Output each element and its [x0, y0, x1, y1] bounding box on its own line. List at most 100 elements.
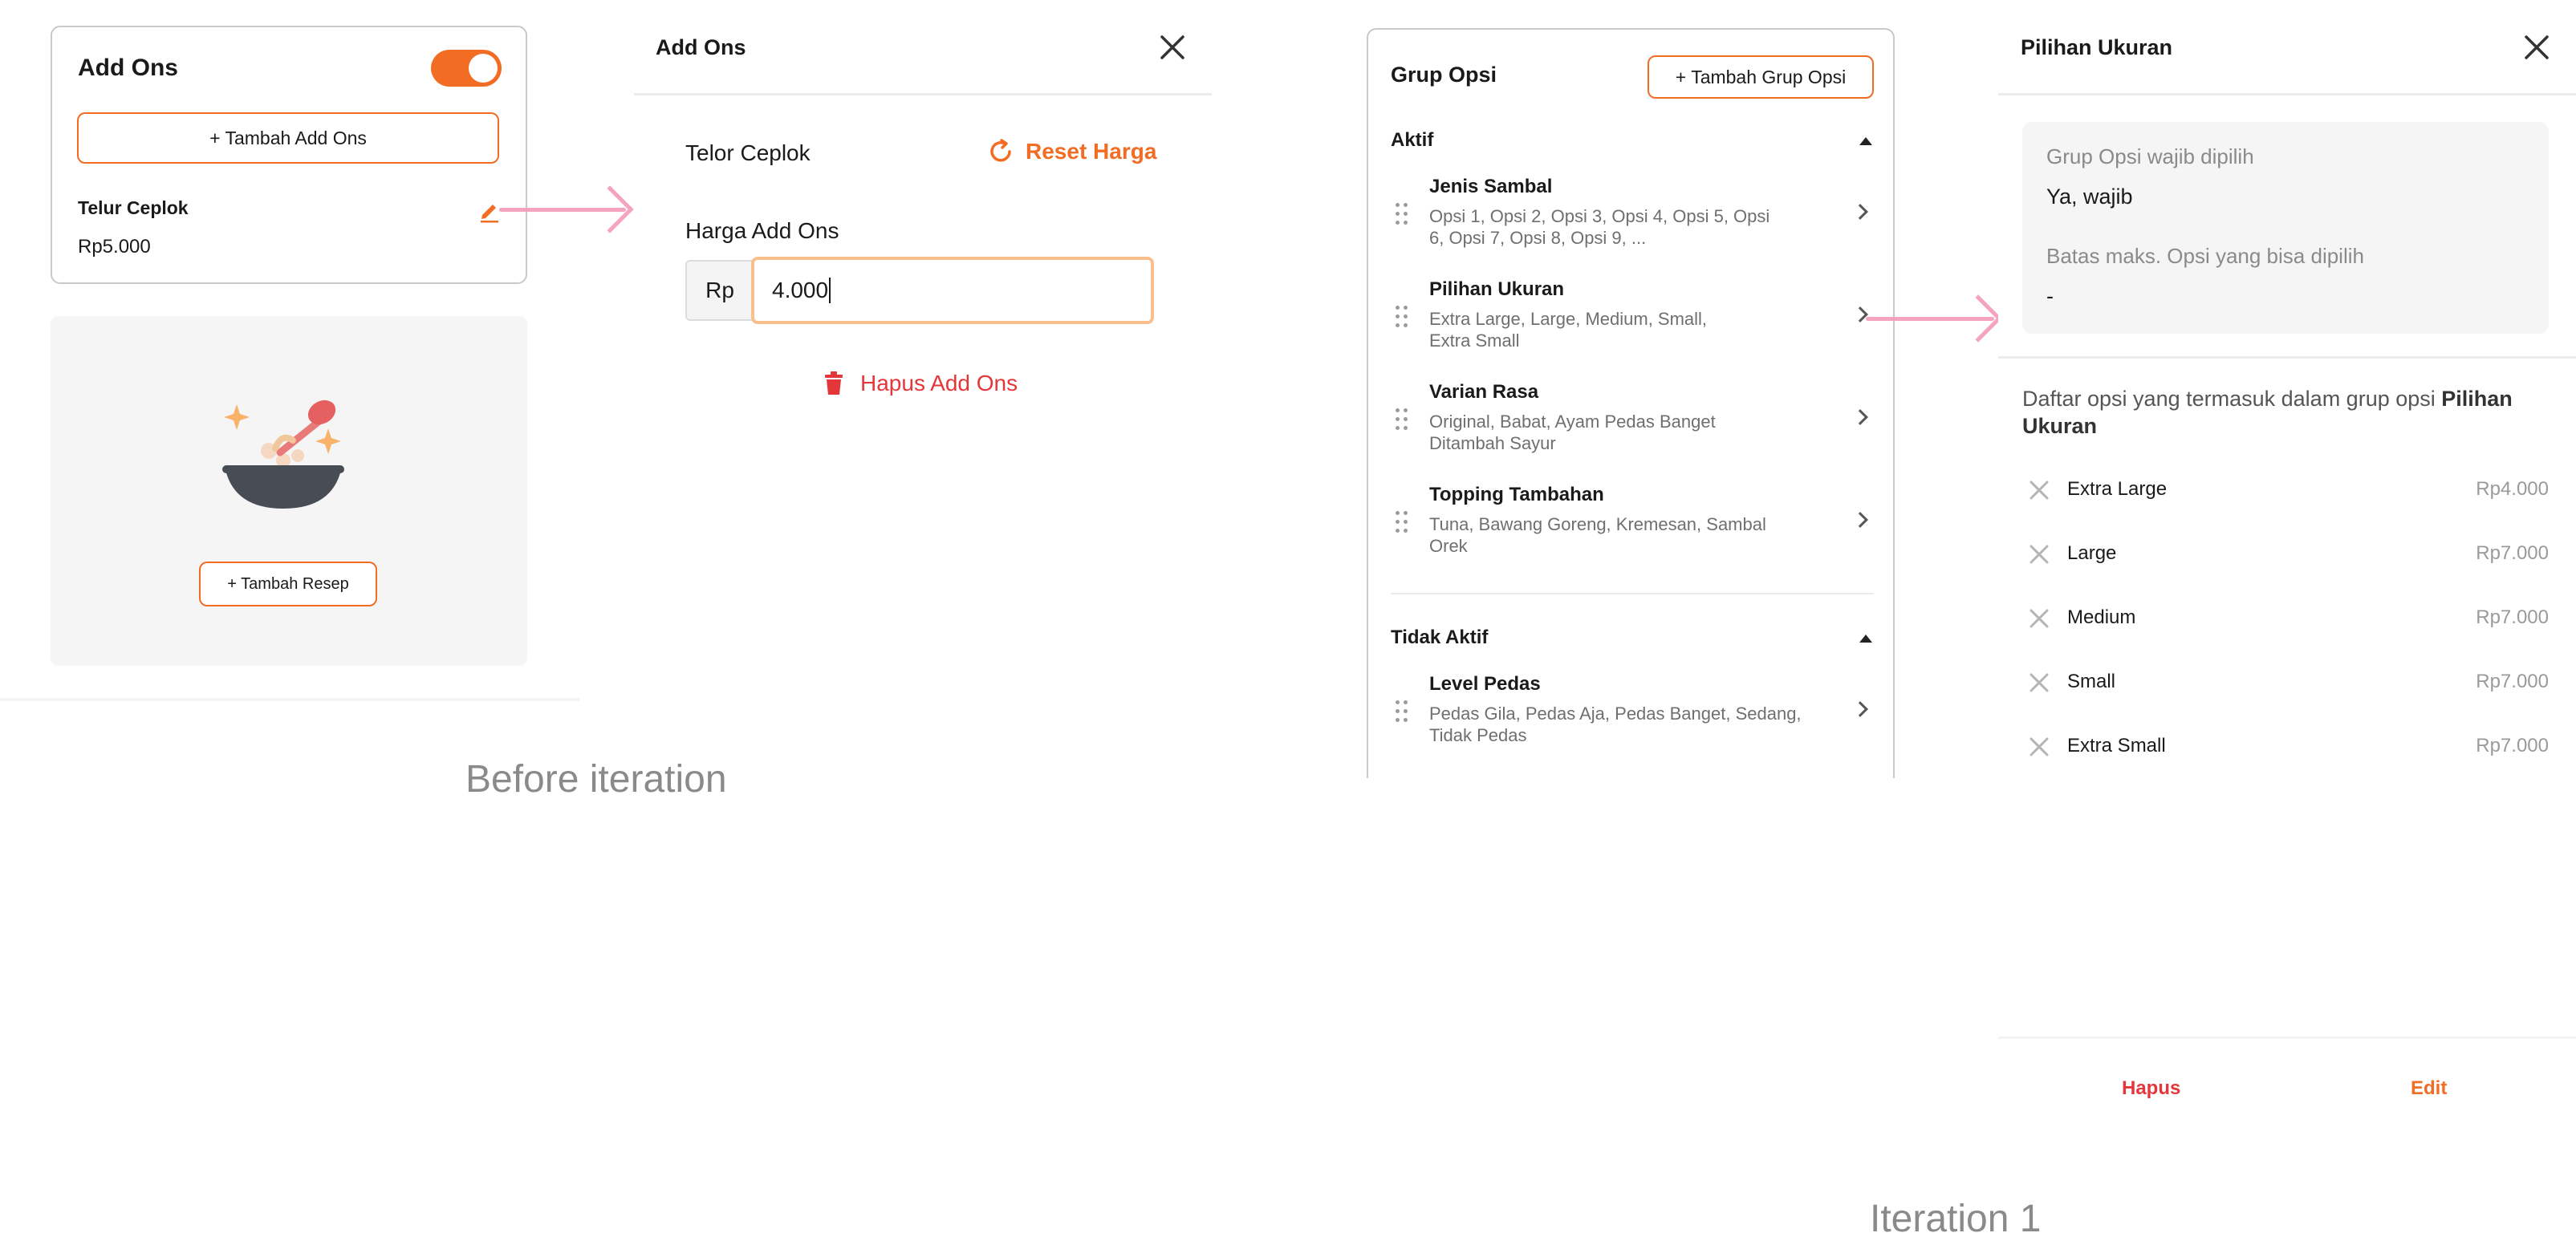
add-addons-button[interactable]: + Tambah Add Ons	[77, 112, 499, 164]
drag-handle-icon[interactable]	[1396, 700, 1412, 726]
required-value: Ya, wajib	[2046, 185, 2133, 209]
delete-addons-button[interactable]: Hapus Add Ons	[823, 371, 1018, 396]
refresh-icon	[990, 139, 1011, 162]
delete-group-button[interactable]: Hapus	[2122, 1077, 2180, 1100]
add-group-button[interactable]: + Tambah Grup Opsi	[1648, 55, 1874, 99]
chevron-right-icon[interactable]	[1852, 512, 1868, 528]
inactive-label: Tidak Aktif	[1391, 627, 1489, 648]
option-price: Rp7.000	[2476, 671, 2549, 692]
option-price: Rp7.000	[2476, 735, 2549, 756]
options-list-heading: Daftar opsi yang termasuk dalam grup ops…	[2022, 385, 2544, 440]
group-info-box: Grup Opsi wajib dipilih Ya, wajib Batas …	[2022, 122, 2549, 334]
remove-option-icon[interactable]	[2029, 736, 2050, 757]
group-row[interactable]: Level Pedas Pedas Gila, Pedas Aja, Pedas …	[1391, 673, 1874, 768]
remove-option-icon[interactable]	[2029, 672, 2050, 693]
group-options-summary: Tidak Pedas	[1429, 725, 1527, 745]
addon-item-price: Rp5.000	[78, 236, 151, 258]
currency-prefix: Rp	[685, 260, 753, 321]
remove-option-icon[interactable]	[2029, 480, 2050, 501]
close-icon[interactable]	[1159, 34, 1186, 61]
group-options-summary: Pedas Gila, Pedas Aja, Pedas Banget, Sed…	[1429, 704, 1802, 724]
group-name: Topping Tambahan	[1429, 484, 1604, 505]
left-divider	[0, 698, 579, 701]
options-heading-prefix: Daftar opsi yang termasuk dalam grup ops…	[2022, 387, 2442, 411]
group-name: Varian Rasa	[1429, 381, 1539, 403]
group-options-summary: Ditambah Sayur	[1429, 433, 1556, 453]
addons-toggle[interactable]	[431, 50, 502, 87]
footer-divider	[1998, 1036, 2576, 1039]
group-row[interactable]: Jenis Sambal Opsi 1, Opsi 2, Opsi 3, Opsi…	[1391, 176, 1874, 270]
close-icon[interactable]	[2523, 34, 2550, 61]
price-label: Harga Add Ons	[685, 218, 839, 243]
price-input-value: 4.000	[772, 278, 829, 302]
delete-addons-label: Hapus Add Ons	[860, 371, 1018, 395]
drag-handle-icon[interactable]	[1396, 203, 1412, 229]
group-row[interactable]: Pilihan Ukuran Extra Large, Large, Medium…	[1391, 278, 1874, 373]
grup-opsi-card: Grup Opsi + Tambah Grup Opsi Aktif Jenis…	[1367, 28, 1895, 778]
recipe-panel: + Tambah Resep	[51, 316, 527, 666]
active-label: Aktif	[1391, 129, 1434, 151]
addons-item-name: Telor Ceplok	[685, 140, 811, 165]
group-options-summary: Opsi 1, Opsi 2, Opsi 3, Opsi 4, Opsi 5, …	[1429, 206, 1770, 226]
group-options-summary: Extra Small	[1429, 331, 1520, 351]
reset-price-label: Reset Harga	[1026, 139, 1157, 164]
chevron-right-icon[interactable]	[1852, 409, 1868, 425]
pilihan-panel-title: Pilihan Ukuran	[2021, 35, 2173, 59]
chevron-right-icon[interactable]	[1852, 701, 1868, 717]
info-divider	[1998, 356, 2576, 359]
group-options-summary: Extra Large, Large, Medium, Small,	[1429, 309, 1708, 329]
section-divider	[1391, 593, 1874, 594]
pencil-icon[interactable]	[477, 199, 502, 223]
text-cursor	[829, 278, 831, 303]
inactive-section-header[interactable]: Tidak Aktif	[1391, 623, 1874, 655]
grup-opsi-title: Grup Opsi	[1391, 63, 1497, 87]
option-name: Small	[2067, 671, 2116, 692]
options-heading-group1: Pilihan	[2441, 387, 2513, 411]
addons-panel-title: Add Ons	[656, 35, 746, 59]
addon-item-name: Telur Ceplok	[78, 197, 189, 218]
caption-iteration: Iteration 1	[1870, 1198, 2042, 1240]
drag-handle-icon[interactable]	[1396, 511, 1412, 537]
panel-header-divider	[1998, 93, 2576, 95]
caption-before: Before iteration	[465, 758, 727, 801]
group-name: Pilihan Ukuran	[1429, 278, 1565, 300]
option-name: Large	[2067, 542, 2117, 564]
option-price: Rp7.000	[2476, 606, 2549, 628]
chevron-right-icon[interactable]	[1852, 204, 1868, 220]
flow-arrow-head	[1954, 294, 2002, 343]
addons-edit-panel: Add Ons Telor Ceplok Reset Harga Harga A…	[634, 0, 1212, 449]
group-name: Level Pedas	[1429, 673, 1541, 695]
drag-handle-icon[interactable]	[1396, 306, 1412, 331]
add-recipe-button[interactable]: + Tambah Resep	[199, 562, 377, 606]
group-row[interactable]: Topping Tambahan Tuna, Bawang Goreng, Kre…	[1391, 484, 1874, 578]
addons-card-title: Add Ons	[78, 55, 178, 81]
group-options-summary: Original, Babat, Ayam Pedas Banget	[1429, 412, 1716, 432]
caret-up-icon	[1859, 137, 1872, 145]
max-value: -	[2046, 284, 2054, 308]
addons-card: Add Ons + Tambah Add Ons Telur Ceplok Rp…	[51, 26, 527, 284]
option-row: Large Rp7.000	[2022, 537, 2549, 573]
food-bowl-illustration	[222, 399, 344, 509]
remove-option-icon[interactable]	[2029, 544, 2050, 565]
option-price: Rp4.000	[2476, 478, 2549, 500]
group-options-summary: Orek	[1429, 536, 1468, 556]
trash-icon	[825, 371, 843, 395]
caret-up-icon	[1859, 635, 1872, 643]
option-row: Medium Rp7.000	[2022, 602, 2549, 637]
active-section-header[interactable]: Aktif	[1391, 126, 1874, 158]
required-label: Grup Opsi wajib dipilih	[2046, 144, 2254, 168]
option-price: Rp7.000	[2476, 542, 2549, 564]
drag-handle-icon[interactable]	[1396, 408, 1412, 434]
reset-price-button[interactable]: Reset Harga	[987, 138, 1156, 165]
option-name: Extra Large	[2067, 478, 2168, 500]
option-row: Extra Large Rp4.000	[2022, 473, 2549, 509]
price-input[interactable]: 4.000	[751, 257, 1154, 324]
edit-group-button[interactable]: Edit	[2411, 1077, 2447, 1100]
group-name: Jenis Sambal	[1429, 176, 1553, 197]
group-options-summary: Tuna, Bawang Goreng, Kremesan, Sambal	[1429, 514, 1766, 534]
remove-option-icon[interactable]	[2029, 608, 2050, 629]
option-row: Extra Small Rp7.000	[2022, 730, 2549, 765]
group-row[interactable]: Varian Rasa Original, Babat, Ayam Pedas B…	[1391, 381, 1874, 476]
pilihan-panel: Pilihan Ukuran Grup Opsi wajib dipilih Y…	[1998, 0, 2576, 1142]
flow-arrow-head	[586, 185, 634, 233]
